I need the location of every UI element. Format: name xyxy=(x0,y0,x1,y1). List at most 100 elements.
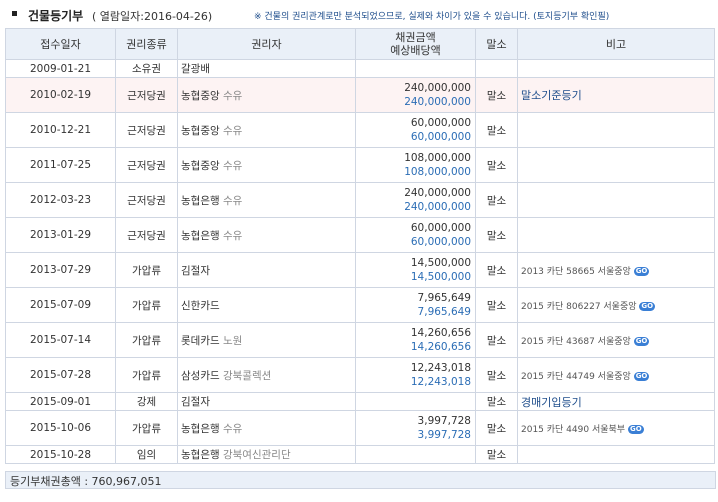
col-header-cancel: 말소 xyxy=(475,28,518,60)
cell-holder: 농협중앙 수유 xyxy=(177,77,356,113)
expected-dividend: 3,997,728 xyxy=(417,429,471,441)
case-number: 2015 카단 43687 서울중앙 xyxy=(521,336,631,347)
cell-holder: 롯데카드 노원 xyxy=(177,322,356,358)
go-button[interactable]: GO xyxy=(639,301,656,311)
cell-cancel: 말소 xyxy=(475,357,518,393)
cell-type: 근저당권 xyxy=(115,112,178,148)
remark-link[interactable]: 경매기입등기 xyxy=(521,396,582,409)
table-row: 2010-02-19 근저당권 농협중앙 수유 240,000,000 240,000,… xyxy=(5,77,715,113)
cell-amount: 3,997,728 3,997,728 xyxy=(355,410,476,446)
cell-remarks: 말소기준등기 xyxy=(517,77,715,113)
holder-name: 농협중앙 xyxy=(181,159,220,172)
cell-amount xyxy=(355,59,476,78)
cell-remarks xyxy=(517,217,715,253)
cell-remarks xyxy=(517,147,715,183)
cell-cancel: 말소 xyxy=(475,410,518,446)
cell-holder: 삼성카드 강북콜렉션 xyxy=(177,357,356,393)
expected-dividend: 60,000,000 xyxy=(410,236,471,248)
table-row: 2013-07-29 가압류 김절자 14,500,000 14,500,000 말소 20… xyxy=(5,252,715,288)
cell-remarks xyxy=(517,112,715,148)
cell-date: 2010-12-21 xyxy=(5,112,116,148)
section-header: 건물등기부 ( 열람일자:2016-04-26) ※ 건물의 권리관계로만 분석… xyxy=(6,3,718,25)
bullet-square-icon xyxy=(12,11,17,16)
cell-date: 2015-07-28 xyxy=(5,357,116,393)
holder-name: 신한카드 xyxy=(181,299,220,312)
cell-amount: 7,965,649 7,965,649 xyxy=(355,287,476,323)
cell-type: 가압류 xyxy=(115,410,178,446)
cell-amount: 14,260,656 14,260,656 xyxy=(355,322,476,358)
cell-date: 2010-02-19 xyxy=(5,77,116,113)
col-header-holder: 권리자 xyxy=(177,28,356,60)
cell-date: 2015-09-01 xyxy=(5,392,116,411)
col-header-date: 접수일자 xyxy=(5,28,116,60)
expected-dividend: 240,000,000 xyxy=(404,96,471,108)
cell-type: 근저당권 xyxy=(115,147,178,183)
expected-dividend: 108,000,000 xyxy=(404,166,471,178)
cell-cancel: 말소 xyxy=(475,322,518,358)
holder-name: 농협중앙 xyxy=(181,89,220,102)
disclaimer-note: ※ 건물의 권리관계로만 분석되었으므로, 실제와 차이가 있을 수 있습니다.… xyxy=(254,12,610,22)
cell-holder: 신한카드 xyxy=(177,287,356,323)
table-body: 2009-01-21 소유권 갈광배 2010-02-19 근저당권 농협중앙 수유 240… xyxy=(5,59,715,464)
holder-branch: 수유 xyxy=(222,422,243,435)
table-row: 2015-07-28 가압류 삼성카드 강북콜렉션 12,243,018 12,243,… xyxy=(5,357,715,393)
cell-amount: 60,000,000 60,000,000 xyxy=(355,112,476,148)
cell-remarks: 2015 카단 806227 서울중앙 GO xyxy=(517,287,715,323)
cell-cancel: 말소 xyxy=(475,77,518,113)
claim-amount: 60,000,000 xyxy=(410,222,471,234)
cell-type: 소유권 xyxy=(115,59,178,78)
go-button[interactable]: GO xyxy=(633,266,650,276)
cell-remarks xyxy=(517,445,715,464)
cell-date: 2011-07-25 xyxy=(5,147,116,183)
cell-remarks xyxy=(517,59,715,78)
holder-branch: 수유 xyxy=(222,159,243,172)
cell-holder: 갈광배 xyxy=(177,59,356,78)
cell-date: 2013-07-29 xyxy=(5,252,116,288)
cell-date: 2015-07-14 xyxy=(5,322,116,358)
cell-date: 2012-03-23 xyxy=(5,182,116,218)
cell-amount: 240,000,000 240,000,000 xyxy=(355,182,476,218)
cell-remarks xyxy=(517,182,715,218)
go-button[interactable]: GO xyxy=(627,424,644,434)
view-date: ( 열람일자:2016-04-26) xyxy=(92,10,213,23)
cell-holder: 농협중앙 수유 xyxy=(177,147,356,183)
holder-branch: 강북콜렉션 xyxy=(222,369,272,382)
cell-cancel: 말소 xyxy=(475,147,518,183)
case-number: 2015 카단 4490 서울북부 xyxy=(521,424,626,435)
table-row: 2015-10-06 가압류 농협은행 수유 3,997,728 3,997,728 말소… xyxy=(5,410,715,446)
holder-name: 농협은행 xyxy=(181,422,220,435)
table-row: 2011-07-25 근저당권 농협중앙 수유 108,000,000 108,000,… xyxy=(5,147,715,183)
cell-amount: 12,243,018 12,243,018 xyxy=(355,357,476,393)
col-header-amount-line2: 예상배당액 xyxy=(390,44,441,57)
cell-amount: 14,500,000 14,500,000 xyxy=(355,252,476,288)
expected-dividend: 12,243,018 xyxy=(410,376,471,388)
claim-amount: 240,000,000 xyxy=(404,187,471,199)
expected-dividend: 7,965,649 xyxy=(417,306,471,318)
holder-branch: 수유 xyxy=(222,89,243,102)
claim-amount: 14,500,000 xyxy=(410,257,471,269)
holder-name: 갈광배 xyxy=(181,63,210,75)
cell-type: 가압류 xyxy=(115,322,178,358)
table-row: 2013-01-29 근저당권 농협은행 수유 60,000,000 60,000,00… xyxy=(5,217,715,253)
case-number: 2013 카단 58665 서울중앙 xyxy=(521,266,631,277)
holder-branch: 수유 xyxy=(222,124,243,137)
cell-cancel: 말소 xyxy=(475,112,518,148)
cell-cancel: 말소 xyxy=(475,445,518,464)
remark-link[interactable]: 말소기준등기 xyxy=(521,89,582,102)
table-row: 2015-09-01 강제 김절자 말소 경매기입등기 xyxy=(5,392,715,411)
expected-dividend: 14,500,000 xyxy=(410,271,471,283)
go-button[interactable]: GO xyxy=(633,371,650,381)
holder-name: 농협중앙 xyxy=(181,124,220,137)
col-header-amount-line1: 채권금액 xyxy=(395,31,436,44)
cell-holder: 김절자 xyxy=(177,252,356,288)
cell-remarks: 2013 카단 58665 서울중앙 GO xyxy=(517,252,715,288)
total-claims-bar: 등기부채권총액 : 760,967,051 xyxy=(5,471,716,489)
cell-holder: 김절자 xyxy=(177,392,356,411)
go-button[interactable]: GO xyxy=(633,336,650,346)
cell-type: 근저당권 xyxy=(115,217,178,253)
cell-type: 강제 xyxy=(115,392,178,411)
table-row: 2015-07-14 가압류 롯데카드 노원 14,260,656 14,260,656… xyxy=(5,322,715,358)
col-header-type: 권리종류 xyxy=(115,28,178,60)
cell-holder: 농협은행 수유 xyxy=(177,410,356,446)
holder-name: 김절자 xyxy=(181,264,210,277)
